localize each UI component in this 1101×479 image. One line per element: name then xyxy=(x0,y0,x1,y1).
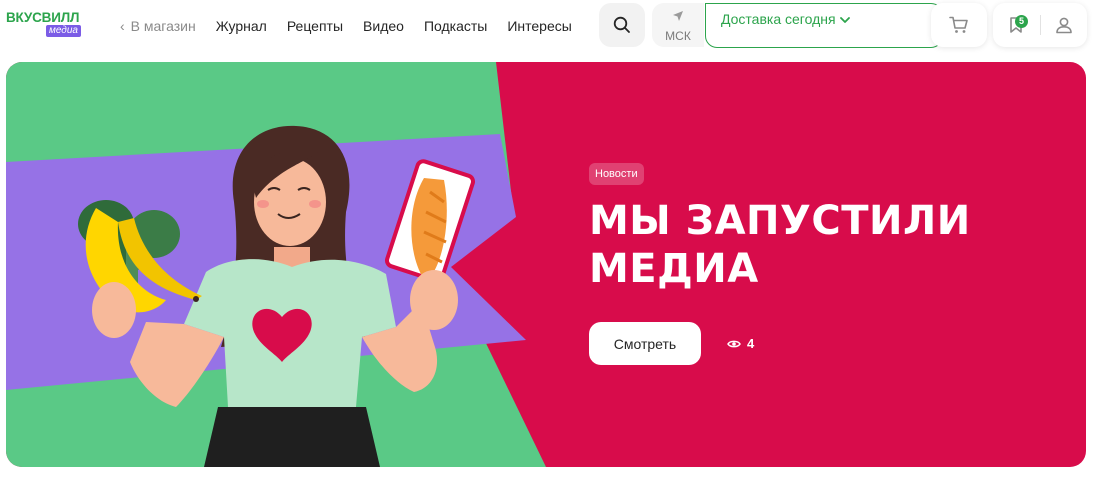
logo-text: ВКУСВИЛЛ xyxy=(6,10,80,25)
main-nav: ‹ В магазин Журнал Рецепты Видео Подкаст… xyxy=(120,16,592,36)
hero-title-line-1: Мы запустили xyxy=(589,198,971,244)
nav-item-podcasts[interactable]: Подкасты xyxy=(424,18,487,34)
hero-content: Новости Мы запустили медиа Смотреть 4 xyxy=(589,163,1069,365)
nav-item-interests[interactable]: Интересы xyxy=(507,18,571,34)
hero-title-line-2: медиа xyxy=(589,246,759,292)
vkusvill-media-logo[interactable]: ВКУСВИЛЛ медиа xyxy=(6,10,88,40)
delivery-label: Доставка сегодня xyxy=(721,11,850,27)
chevron-left-icon: ‹ xyxy=(120,18,125,34)
watch-button[interactable]: Смотреть xyxy=(589,322,701,365)
location-arrow-icon xyxy=(673,11,683,21)
eye-icon xyxy=(727,340,741,347)
user-icon xyxy=(1056,17,1072,34)
search-button[interactable] xyxy=(599,3,645,47)
delivery-selector[interactable]: Доставка сегодня xyxy=(705,3,943,48)
category-badge[interactable]: Новости xyxy=(589,163,644,185)
logo-media-tag: медиа xyxy=(46,25,81,37)
delivery-text: Доставка сегодня xyxy=(721,11,836,27)
nav-item-journal[interactable]: Журнал xyxy=(216,18,267,34)
back-to-store-label: В магазин xyxy=(130,18,196,34)
user-actions: 5 xyxy=(993,3,1087,47)
views-counter: 4 xyxy=(727,336,754,351)
cart-icon xyxy=(949,16,968,33)
hero-banner[interactable]: Новости Мы запустили медиа Смотреть 4 xyxy=(6,62,1086,467)
chevron-down-icon xyxy=(839,15,850,27)
hero-actions: Смотреть 4 xyxy=(589,322,754,365)
views-count: 4 xyxy=(747,336,755,351)
site-header: ВКУСВИЛЛ медиа ‹ В магазин Журнал Рецепт… xyxy=(0,0,1101,56)
hero-title: Мы запустили медиа xyxy=(589,197,1069,293)
profile-button[interactable] xyxy=(1041,3,1087,47)
nav-item-recipes[interactable]: Рецепты xyxy=(287,18,343,34)
cart-button[interactable] xyxy=(931,3,987,47)
favorites-button[interactable]: 5 xyxy=(993,3,1039,47)
back-to-store-link[interactable]: ‹ В магазин xyxy=(120,18,196,34)
search-icon xyxy=(613,16,630,33)
city-selector[interactable]: МСК xyxy=(652,3,704,47)
city-label: МСК xyxy=(665,29,691,43)
favorites-count-badge: 5 xyxy=(1015,15,1028,28)
nav-item-video[interactable]: Видео xyxy=(363,18,404,34)
